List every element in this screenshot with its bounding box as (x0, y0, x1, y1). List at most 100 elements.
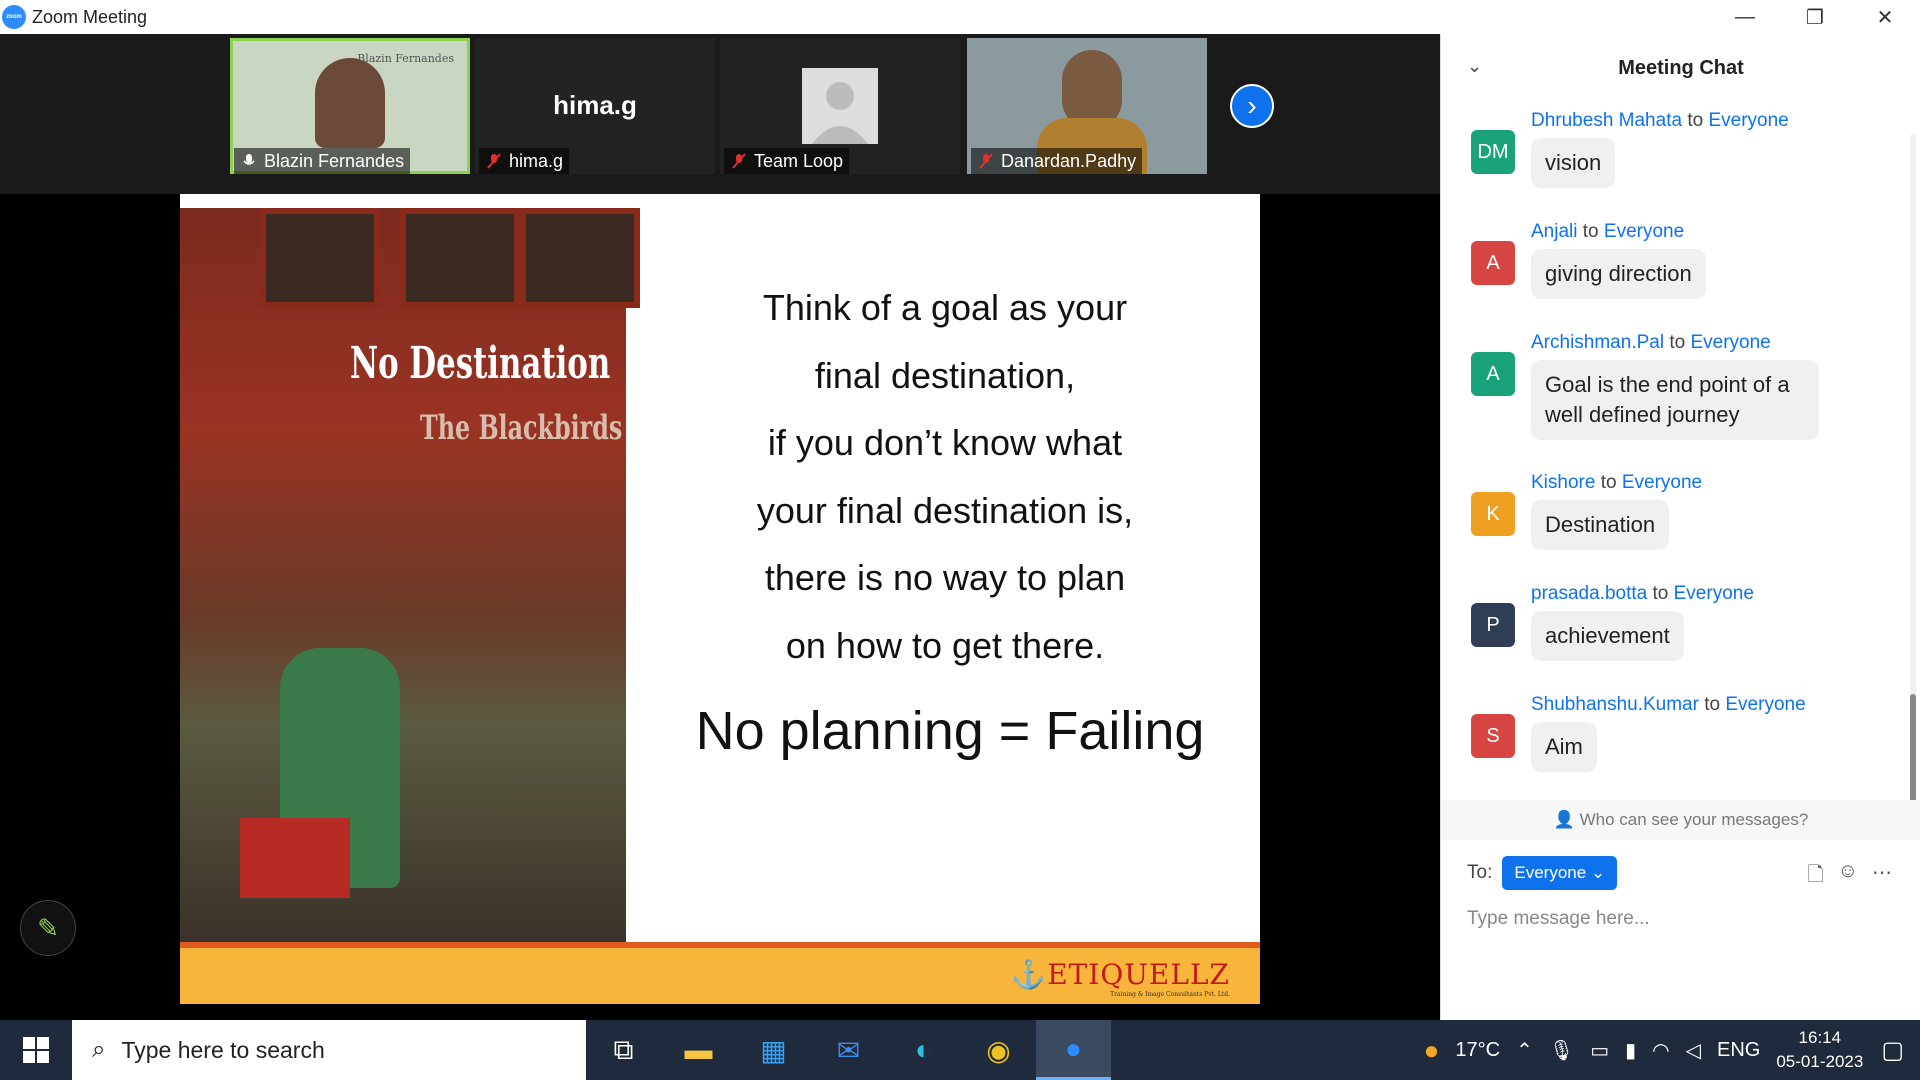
participant-name: Blazin Fernandes (234, 148, 411, 174)
message-text: vision (1531, 138, 1616, 188)
zoom-app-icon[interactable]: ● (1036, 1020, 1111, 1080)
display-icon[interactable]: ▭ (1590, 1038, 1609, 1063)
more-icon[interactable]: ⋯ (1872, 860, 1892, 894)
zoom-logo-icon: zoom (2, 5, 26, 29)
mic-muted-icon (979, 153, 993, 169)
notifications-icon[interactable]: ▢ (1881, 1036, 1904, 1065)
sender-name[interactable]: prasada.botta (1531, 583, 1647, 604)
speaking-icon (243, 154, 255, 165)
minimize-button[interactable]: — (1710, 0, 1780, 34)
window-controls: — ❐ ✕ (1710, 0, 1920, 34)
slide-emphasis-text: No planning = Failing (695, 701, 1205, 761)
participant-tile[interactable]: Team Loop (720, 38, 960, 174)
scrollbar-thumb[interactable] (1910, 694, 1916, 804)
language-indicator[interactable]: ENG (1717, 1039, 1760, 1062)
recipient-name[interactable]: Everyone (1674, 583, 1754, 604)
message-text: Aim (1531, 722, 1597, 772)
participant-name: Team Loop (724, 148, 850, 174)
user-icon: 👤 (1553, 810, 1575, 829)
file-icon[interactable]: 🗋 (1807, 860, 1823, 894)
video-watermark: Blazin Fernandes (357, 52, 454, 65)
chevron-down-icon[interactable]: ⌄ (1467, 56, 1482, 77)
recipient-name[interactable]: Everyone (1708, 110, 1788, 131)
photo-sign: No Destination (350, 338, 611, 389)
weather-icon[interactable]: ● (1424, 1035, 1440, 1066)
taskbar-search[interactable]: ⌕ Type here to search (72, 1020, 586, 1080)
participant-tile[interactable]: Blazin Fernandes Blazin Fernandes (230, 38, 470, 174)
next-participants-button[interactable]: › (1230, 84, 1274, 128)
wifi-icon[interactable]: ◠ (1652, 1038, 1669, 1063)
slide-body-text: Think of a goal as your final destinatio… (756, 287, 1134, 666)
message-input[interactable]: Type message here... (1467, 908, 1650, 930)
chat-tools: 🗋 ☺ ⋯ (1807, 860, 1892, 894)
avatar (802, 68, 878, 144)
sender-name[interactable]: Kishore (1531, 472, 1595, 493)
clock[interactable]: 16:14 05-01-2023 (1776, 1026, 1863, 1074)
taskbar: ⌕ Type here to search ⧉ ▬ ▦ ✉ ◐ ◉ ● ● 17… (0, 1020, 1920, 1080)
participant-tile[interactable]: Danardan.Padhy (967, 38, 1207, 174)
edge-browser-icon[interactable]: ◐ (886, 1020, 961, 1080)
chat-header: ⌄ Meeting Chat (1441, 34, 1920, 102)
chevron-right-icon: › (1247, 90, 1257, 121)
title-bar: zoom Zoom Meeting — ❐ ✕ (0, 0, 1920, 34)
slide-footer: ⚓ETIQUELLZ Training & Image Consultants … (180, 942, 1260, 1004)
avatar: K (1471, 492, 1515, 536)
chrome-browser-icon[interactable]: ◉ (961, 1020, 1036, 1080)
recipient-name[interactable]: Everyone (1604, 221, 1684, 242)
participant-name: Danardan.Padhy (971, 148, 1143, 174)
photo-sign-2: The Blackbirds (420, 408, 623, 448)
sender-name[interactable]: Archishman.Pal (1531, 332, 1664, 353)
shared-slide: No Destination The Blackbirds Think of a… (180, 194, 1260, 1004)
message-text: Goal is the end point of a well defined … (1531, 360, 1819, 440)
mic-muted-icon (732, 153, 746, 169)
system-tray: ● 17°C ⌃ 🎙 ▭ ▮ ◠ ◁ ENG 16:14 05-01-2023 … (1424, 1020, 1920, 1080)
sender-name[interactable]: Anjali (1531, 221, 1577, 242)
windows-logo-icon (23, 1037, 49, 1063)
emoji-icon[interactable]: ☺ (1838, 860, 1858, 894)
sender-name[interactable]: Dhrubesh Mahata (1531, 110, 1682, 131)
windows-start-button[interactable] (0, 1020, 72, 1080)
volume-icon[interactable]: ◁ (1686, 1038, 1701, 1063)
recipient-name[interactable]: Everyone (1725, 694, 1805, 715)
meeting-stage: Blazin Fernandes Blazin Fernandes hima.g… (0, 34, 1440, 1020)
window-title: Zoom Meeting (32, 6, 148, 27)
recipient-name[interactable]: Everyone (1690, 332, 1770, 353)
mail-icon[interactable]: ✉ (811, 1020, 886, 1080)
participant-video (315, 58, 385, 148)
annotate-button[interactable]: ✎ (20, 900, 76, 956)
chevron-up-icon[interactable]: ⌃ (1516, 1038, 1533, 1063)
avatar: A (1471, 352, 1515, 396)
microphone-icon[interactable]: 🎙 (1549, 1038, 1574, 1063)
pencil-icon: ✎ (37, 912, 59, 943)
message-text: achievement (1531, 611, 1684, 661)
battery-icon[interactable]: ▮ (1625, 1038, 1636, 1063)
avatar: DM (1471, 130, 1515, 174)
participant-display-name: hima.g (553, 90, 637, 120)
avatar: A (1471, 241, 1515, 285)
slide-photo: No Destination The Blackbirds (180, 208, 640, 948)
file-explorer-icon[interactable]: ▬ (661, 1020, 736, 1080)
task-view-icon[interactable]: ⧉ (586, 1020, 661, 1080)
anchor-icon: ⚓ (1011, 958, 1048, 991)
who-can-see-link[interactable]: 👤 Who can see your messages? (1441, 800, 1920, 840)
microsoft-store-icon[interactable]: ▦ (736, 1020, 811, 1080)
avatar: S (1471, 714, 1515, 758)
weather-temperature[interactable]: 17°C (1455, 1039, 1500, 1062)
to-label: To: (1467, 862, 1493, 883)
participant-strip: Blazin Fernandes Blazin Fernandes hima.g… (0, 34, 1440, 194)
search-icon: ⌕ (92, 1036, 106, 1063)
restore-button[interactable]: ❐ (1780, 0, 1850, 34)
participant-name: hima.g (479, 148, 570, 174)
participant-tile[interactable]: hima.g hima.g (475, 38, 715, 174)
message-text: giving direction (1531, 249, 1706, 299)
brand-logo: ⚓ETIQUELLZ Training & Image Consultants … (1011, 958, 1230, 998)
recipient-name[interactable]: Everyone (1622, 472, 1702, 493)
sender-name[interactable]: Shubhanshu.Kumar (1531, 694, 1699, 715)
message-text: Destination (1531, 500, 1670, 550)
recipient-row: To: Everyone ⌄ (1467, 856, 1618, 890)
chat-title: Meeting Chat (1618, 56, 1744, 79)
close-button[interactable]: ✕ (1850, 0, 1920, 34)
recipient-dropdown[interactable]: Everyone ⌄ (1502, 856, 1618, 890)
chat-panel: ⌄ Meeting Chat Dhrubesh Mahata to Everyo… (1440, 34, 1920, 1020)
mic-muted-icon (487, 153, 501, 169)
